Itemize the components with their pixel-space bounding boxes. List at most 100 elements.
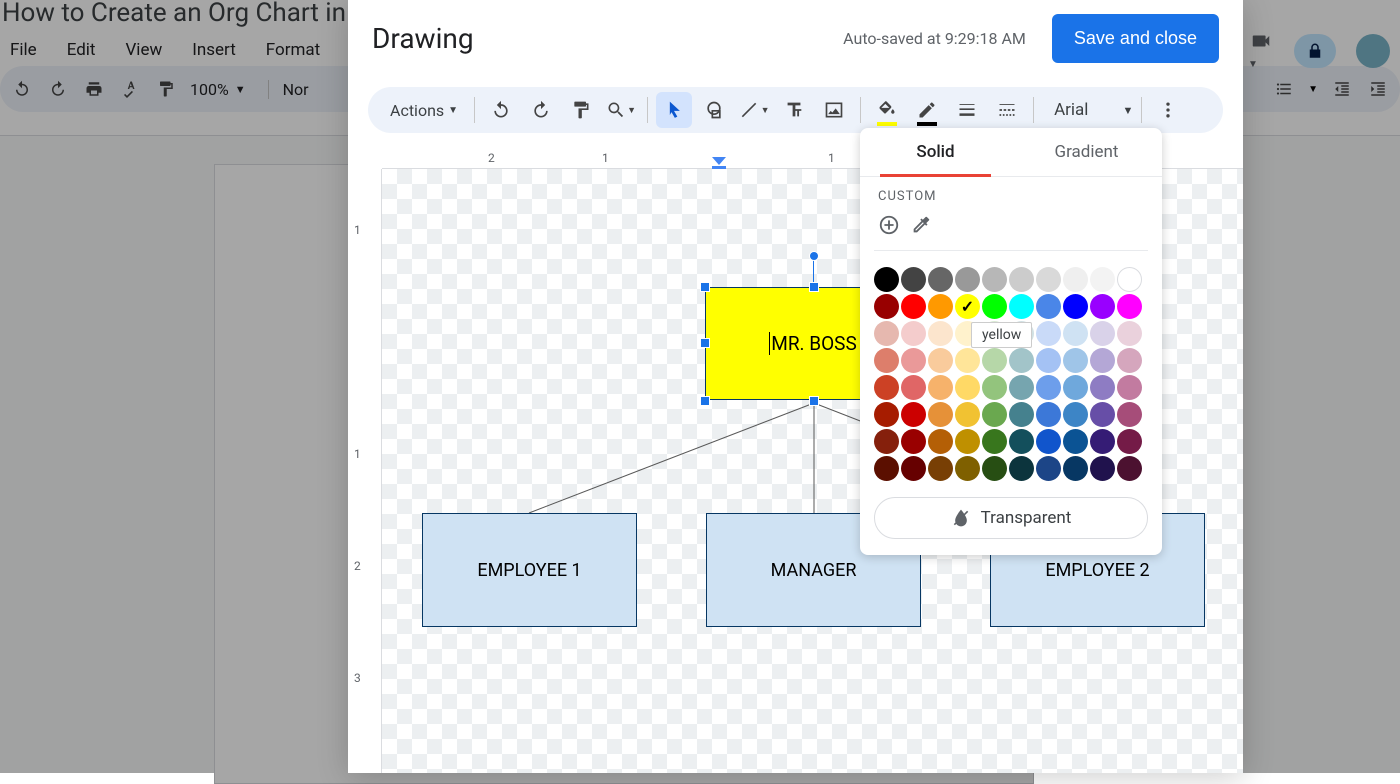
color-swatch[interactable] [1063,321,1088,346]
line-tool-icon[interactable]: ▼ [736,92,772,128]
redo-icon[interactable] [523,92,559,128]
paint-format-icon[interactable] [563,92,599,128]
color-swatch[interactable] [1009,429,1034,454]
color-swatch[interactable] [1036,267,1061,292]
undo-icon[interactable] [10,77,34,101]
indent-decrease-icon[interactable] [1330,77,1354,101]
color-swatch[interactable] [901,429,926,454]
color-swatch[interactable] [1009,375,1034,400]
color-swatch[interactable] [901,402,926,427]
menu-insert[interactable]: Insert [188,36,240,64]
color-swatch[interactable] [901,294,926,319]
color-swatch[interactable] [1009,294,1034,319]
color-swatch[interactable] [928,429,953,454]
paint-format-icon[interactable] [154,77,178,101]
color-swatch[interactable] [1063,294,1088,319]
color-swatch[interactable] [928,348,953,373]
undo-icon[interactable] [483,92,519,128]
color-swatch[interactable] [982,348,1007,373]
color-swatch[interactable] [1009,348,1034,373]
rotate-handle[interactable] [809,251,819,261]
zoom-icon[interactable]: ▼ [603,92,639,128]
color-swatch[interactable] [982,402,1007,427]
color-swatch[interactable] [901,267,926,292]
color-swatch[interactable] [982,267,1007,292]
color-swatch[interactable] [1036,429,1061,454]
tab-gradient[interactable]: Gradient [1011,128,1162,176]
color-swatch[interactable] [1009,456,1034,481]
color-swatch[interactable] [955,456,980,481]
color-swatch[interactable] [955,402,980,427]
avatar[interactable] [1356,34,1390,68]
resize-handle-s[interactable] [809,396,819,406]
color-swatch[interactable] [982,429,1007,454]
image-tool-icon[interactable] [816,92,852,128]
add-custom-color-icon[interactable] [878,214,900,236]
menu-file[interactable]: File [6,36,41,64]
save-close-button[interactable]: Save and close [1052,14,1219,63]
color-swatch[interactable] [1090,321,1115,346]
color-swatch[interactable] [874,321,899,346]
actions-menu[interactable]: Actions▼ [382,95,466,126]
color-swatch[interactable]: ✓yellow [955,294,980,319]
menu-edit[interactable]: Edit [63,36,100,64]
color-swatch[interactable] [901,456,926,481]
color-swatch[interactable] [1063,375,1088,400]
menu-view[interactable]: View [121,36,166,64]
color-swatch[interactable] [901,321,926,346]
color-swatch[interactable] [1036,321,1061,346]
zoom-select[interactable]: 100% ▼ [190,80,246,99]
shape-tool-icon[interactable] [696,92,732,128]
resize-handle-w[interactable] [700,338,710,348]
text-tool-icon[interactable] [776,92,812,128]
indent-marker[interactable] [712,157,726,169]
color-swatch[interactable] [1036,456,1061,481]
color-swatch[interactable] [982,375,1007,400]
color-swatch[interactable] [955,267,980,292]
style-select[interactable]: Nor [268,80,309,99]
bulleted-list-icon[interactable] [1272,77,1296,101]
color-swatch[interactable] [874,294,899,319]
resize-handle-nw[interactable] [700,282,710,292]
color-swatch[interactable] [1063,456,1088,481]
color-swatch[interactable] [901,348,926,373]
color-swatch[interactable] [874,402,899,427]
color-swatch[interactable] [955,375,980,400]
color-swatch[interactable] [1036,294,1061,319]
transparent-button[interactable]: Transparent [874,497,1148,539]
spellcheck-icon[interactable] [118,77,142,101]
tab-solid[interactable]: Solid [860,128,1011,176]
color-swatch[interactable] [955,348,980,373]
color-swatch[interactable] [1117,375,1142,400]
color-swatch[interactable] [1009,267,1034,292]
menu-format[interactable]: Format [262,36,324,64]
redo-icon[interactable] [46,77,70,101]
color-swatch[interactable] [1009,402,1034,427]
color-swatch[interactable] [1090,456,1115,481]
shape-emp1[interactable]: EMPLOYEE 1 [422,513,637,627]
share-button[interactable] [1294,34,1336,68]
color-swatch[interactable] [928,294,953,319]
color-swatch[interactable] [1036,348,1061,373]
color-swatch[interactable] [982,456,1007,481]
color-swatch[interactable] [955,429,980,454]
meet-icon[interactable]: ▼ [1248,30,1274,71]
border-color-icon[interactable] [909,92,945,128]
color-swatch[interactable] [1090,429,1115,454]
color-swatch[interactable] [874,456,899,481]
color-swatch[interactable] [1090,375,1115,400]
color-swatch[interactable] [1117,429,1142,454]
print-icon[interactable] [82,77,106,101]
fill-color-icon[interactable] [869,92,905,128]
indent-increase-icon[interactable] [1366,77,1390,101]
font-select[interactable]: Arial▼ [1054,100,1133,120]
color-swatch[interactable] [1090,402,1115,427]
color-swatch[interactable] [928,267,953,292]
color-swatch[interactable] [1117,321,1142,346]
resize-handle-sw[interactable] [700,396,710,406]
color-swatch[interactable] [982,294,1007,319]
color-swatch[interactable] [874,267,899,292]
color-swatch[interactable] [874,429,899,454]
eyedropper-icon[interactable] [910,214,932,236]
color-swatch[interactable] [1036,402,1061,427]
